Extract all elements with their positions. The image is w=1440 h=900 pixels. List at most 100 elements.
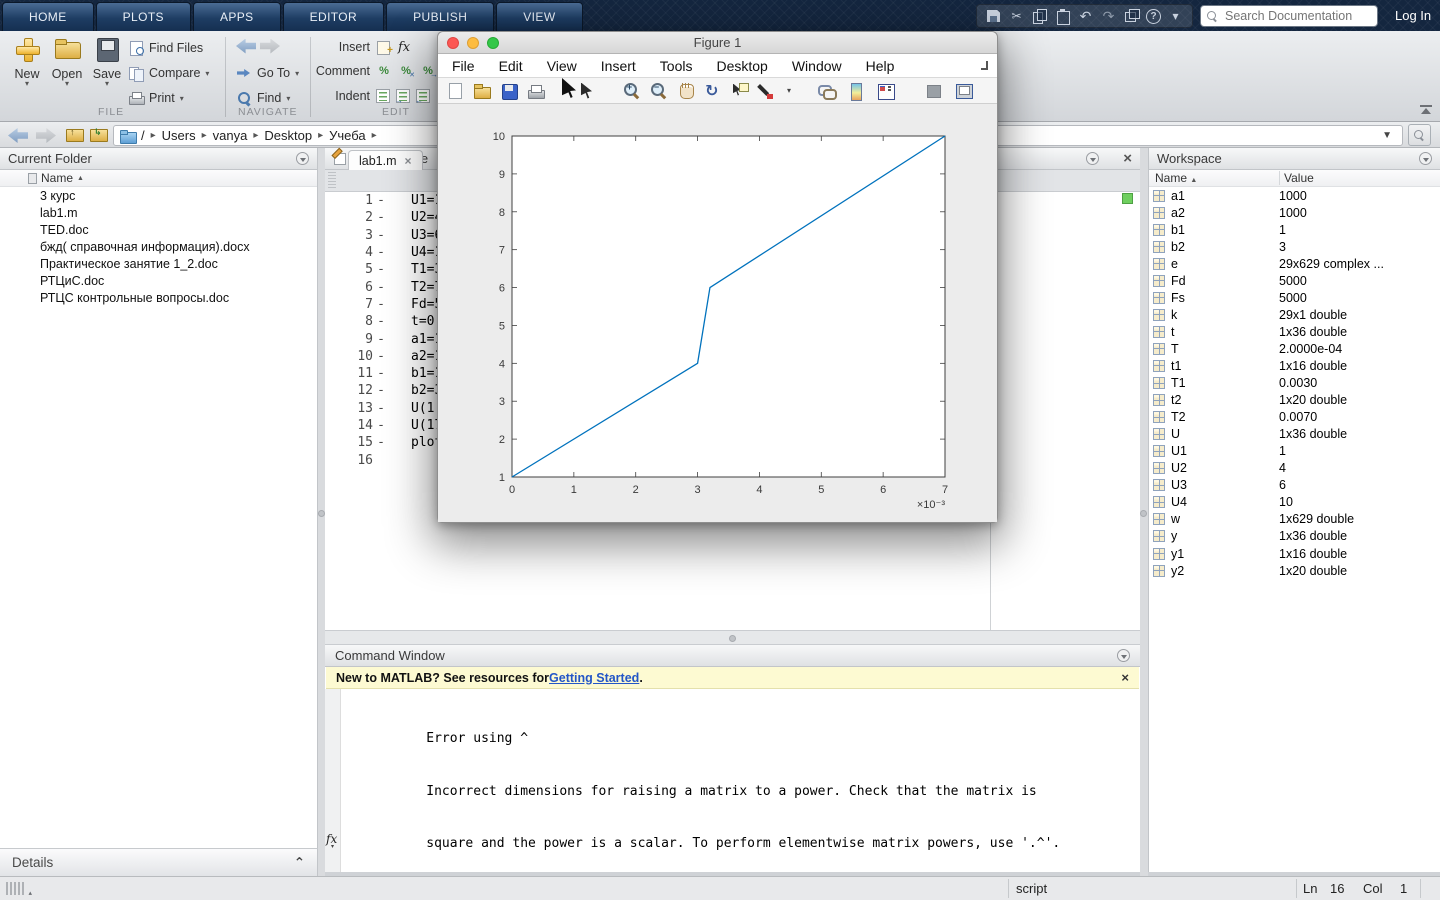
getting-started-link[interactable]: Getting Started <box>549 671 639 685</box>
history-back-icon[interactable] <box>8 128 28 143</box>
minimize-window-icon[interactable] <box>467 37 479 49</box>
variable-row[interactable]: k 29x1 double <box>1149 306 1440 323</box>
figure-menu-item[interactable]: Insert <box>601 58 636 74</box>
figure-titlebar[interactable]: Figure 1 <box>438 32 997 54</box>
zoom-window-icon[interactable] <box>487 37 499 49</box>
ribbon-tab[interactable]: PUBLISH <box>386 2 494 31</box>
fx-icon[interactable]: fx <box>398 40 410 55</box>
history-forward-icon[interactable] <box>36 128 56 143</box>
find-files-button[interactable]: Find Files <box>128 39 203 57</box>
data-cursor-icon[interactable] <box>731 82 749 100</box>
variable-row[interactable]: T2 0.0070 <box>1149 409 1440 426</box>
zoom-out-icon[interactable]: − <box>650 82 668 100</box>
figure-menu-item[interactable]: Window <box>792 58 842 74</box>
insert-legend-icon[interactable] <box>877 82 895 100</box>
ribbon-tab[interactable]: PLOTS <box>96 2 191 31</box>
indent-left-icon[interactable] <box>416 89 430 103</box>
variable-row[interactable]: w 1x629 double <box>1149 511 1440 528</box>
smart-indent-icon[interactable] <box>376 89 390 103</box>
save-figure-icon[interactable] <box>500 82 518 100</box>
file-row[interactable]: РТЦС контрольные вопросы.doc <box>0 289 317 306</box>
variable-row[interactable]: U4 10 <box>1149 494 1440 511</box>
variable-row[interactable]: T 2.0000e-04 <box>1149 340 1440 357</box>
forward-icon[interactable] <box>260 39 280 54</box>
goto-button[interactable]: Go To ▾ <box>236 64 299 82</box>
close-icon[interactable] <box>1123 153 1132 165</box>
print-figure-icon[interactable] <box>527 82 545 100</box>
qt-redo-icon[interactable] <box>1100 8 1117 24</box>
ribbon-tab[interactable]: HOME <box>2 2 94 31</box>
splitter-handle[interactable] <box>729 635 736 642</box>
variable-row[interactable]: U2 4 <box>1149 460 1440 477</box>
fx-prompt-icon[interactable]: fx <box>326 832 337 846</box>
file-row[interactable]: lab1.m <box>0 204 317 221</box>
resize-grip-icon[interactable] <box>6 882 24 895</box>
login-button[interactable]: Log In <box>1395 8 1431 23</box>
hide-plot-tools-icon[interactable] <box>925 82 943 100</box>
figure-window[interactable]: Figure 1 FileEditViewInsertToolsDesktopW… <box>437 31 998 523</box>
indent-right-icon[interactable] <box>396 89 410 103</box>
new-button[interactable]: New▾ <box>6 36 48 87</box>
qt-window-icon[interactable] <box>1123 8 1140 24</box>
show-plot-tools-icon[interactable] <box>955 82 973 100</box>
variable-row[interactable]: a1 1000 <box>1149 187 1440 204</box>
close-tab-icon[interactable] <box>405 155 412 167</box>
breadcrumb-segment[interactable]: vanya <box>213 128 248 143</box>
variable-row[interactable]: T1 0.0030 <box>1149 375 1440 392</box>
panel-menu-icon[interactable] <box>296 152 309 165</box>
zoom-in-icon[interactable]: + <box>623 82 641 100</box>
indent-row[interactable]: Indent <box>312 89 430 103</box>
back-icon[interactable] <box>236 39 256 54</box>
figure-menu-item[interactable]: File <box>452 58 475 74</box>
search-folder-button[interactable] <box>1408 124 1431 146</box>
splitter-handle[interactable] <box>318 510 325 517</box>
figure-menu-item[interactable]: Desktop <box>716 58 767 74</box>
variable-row[interactable]: b1 1 <box>1149 221 1440 238</box>
close-window-icon[interactable] <box>447 37 459 49</box>
variable-row[interactable]: b2 3 <box>1149 238 1440 255</box>
edit-plot-icon[interactable] <box>577 82 595 100</box>
variable-row[interactable]: a2 1000 <box>1149 204 1440 221</box>
close-banner-icon[interactable] <box>1121 672 1129 684</box>
variable-row[interactable]: y 1x36 double <box>1149 528 1440 545</box>
editor-tab-lab1[interactable]: lab1.m <box>348 150 423 170</box>
link-plot-icon[interactable] <box>817 82 835 100</box>
figure-menu-item[interactable]: View <box>547 58 577 74</box>
horizontal-splitter[interactable] <box>325 630 1140 645</box>
menu-more-icon[interactable] <box>981 61 988 70</box>
file-row[interactable]: РТЦиС.doc <box>0 272 317 289</box>
rotate-3d-icon[interactable] <box>704 82 722 100</box>
figure-menu-item[interactable]: Edit <box>499 58 523 74</box>
qt-copy-icon[interactable] <box>1031 8 1048 24</box>
qt-save-icon[interactable] <box>985 8 1002 24</box>
variable-row[interactable]: U3 6 <box>1149 477 1440 494</box>
new-figure-icon[interactable] <box>446 82 464 100</box>
pan-icon[interactable] <box>677 82 695 100</box>
variable-row[interactable]: U1 1 <box>1149 443 1440 460</box>
print-button[interactable]: Print ▾ <box>128 89 184 107</box>
workspace-column-headers[interactable]: Name ▲ Value <box>1149 170 1440 187</box>
ribbon-tab[interactable]: EDITOR <box>283 2 385 31</box>
variable-row[interactable]: t1 1x16 double <box>1149 357 1440 374</box>
collapse-ribbon-icon[interactable] <box>1418 105 1434 117</box>
up-folder-icon[interactable] <box>66 127 84 141</box>
file-row[interactable]: Практическое занятие 1_2.doc <box>0 255 317 272</box>
brush-icon[interactable] <box>758 82 776 100</box>
collapse-details-icon[interactable]: ⌃ <box>294 855 305 871</box>
comment-row[interactable]: Comment % % % <box>312 64 436 78</box>
breadcrumb-segment[interactable]: Учеба <box>329 128 366 143</box>
qt-caret-icon[interactable] <box>1167 8 1184 24</box>
command-output[interactable]: fx Error using ^ Incorrect dimensions fo… <box>325 689 1140 872</box>
find-button[interactable]: Find ▾ <box>236 89 290 107</box>
variable-row[interactable]: y1 1x16 double <box>1149 545 1440 562</box>
wrap-comment-icon[interactable]: % <box>420 65 436 77</box>
vertical-splitter[interactable] <box>1140 148 1148 876</box>
variable-row[interactable]: t 1x36 double <box>1149 323 1440 340</box>
file-row[interactable]: бжд( справочная информация).docx <box>0 238 317 255</box>
search-input[interactable] <box>1223 8 1363 24</box>
qt-paste-icon[interactable] <box>1054 8 1071 24</box>
comment-icon[interactable]: % <box>376 65 392 77</box>
panel-menu-icon[interactable] <box>1419 152 1432 165</box>
breadcrumb-dropdown-icon[interactable]: ▼ <box>1382 130 1392 141</box>
qt-undo-icon[interactable] <box>1077 8 1094 24</box>
